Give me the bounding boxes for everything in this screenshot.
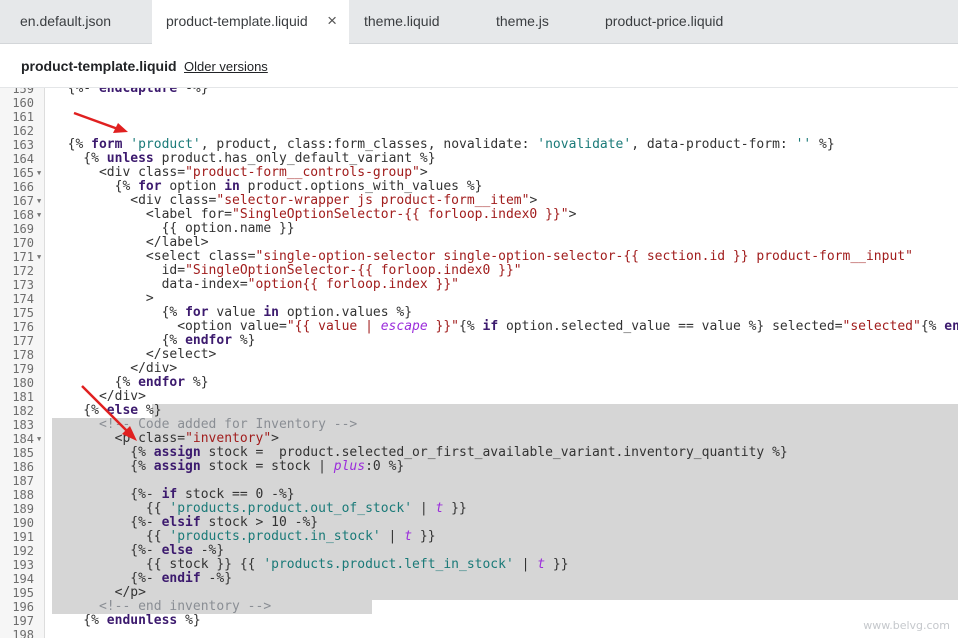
tab-product-template-liquid[interactable]: product-template.liquid × <box>152 0 349 45</box>
tab-theme-liquid[interactable]: theme.liquid <box>350 0 480 44</box>
tab-product-price-liquid[interactable]: product-price.liquid <box>591 0 771 44</box>
close-icon[interactable]: × <box>327 0 337 42</box>
file-title: product-template.liquid <box>21 58 177 74</box>
arrow-icon <box>73 111 128 133</box>
tab-bar: en.default.json product-template.liquid … <box>0 0 958 45</box>
code-editor[interactable]: 159 {%- endcapture -%} 160 161 162 163 {% fo… <box>0 88 958 638</box>
annotation-arrows <box>73 111 137 441</box>
tab-label: theme.js <box>496 13 549 29</box>
older-versions-link[interactable]: Older versions <box>184 59 268 74</box>
tab-label: theme.liquid <box>364 13 440 29</box>
tab-theme-js[interactable]: theme.js <box>482 0 590 44</box>
tab-en-default-json[interactable]: en.default.json <box>6 0 150 44</box>
tab-label: product-price.liquid <box>605 13 724 29</box>
tab-label: en.default.json <box>20 13 112 29</box>
watermark: www.belvg.com <box>863 619 950 632</box>
file-header: product-template.liquid Older versions <box>0 44 958 88</box>
tab-label: product-template.liquid <box>166 13 308 29</box>
arrow-icon <box>81 385 137 441</box>
